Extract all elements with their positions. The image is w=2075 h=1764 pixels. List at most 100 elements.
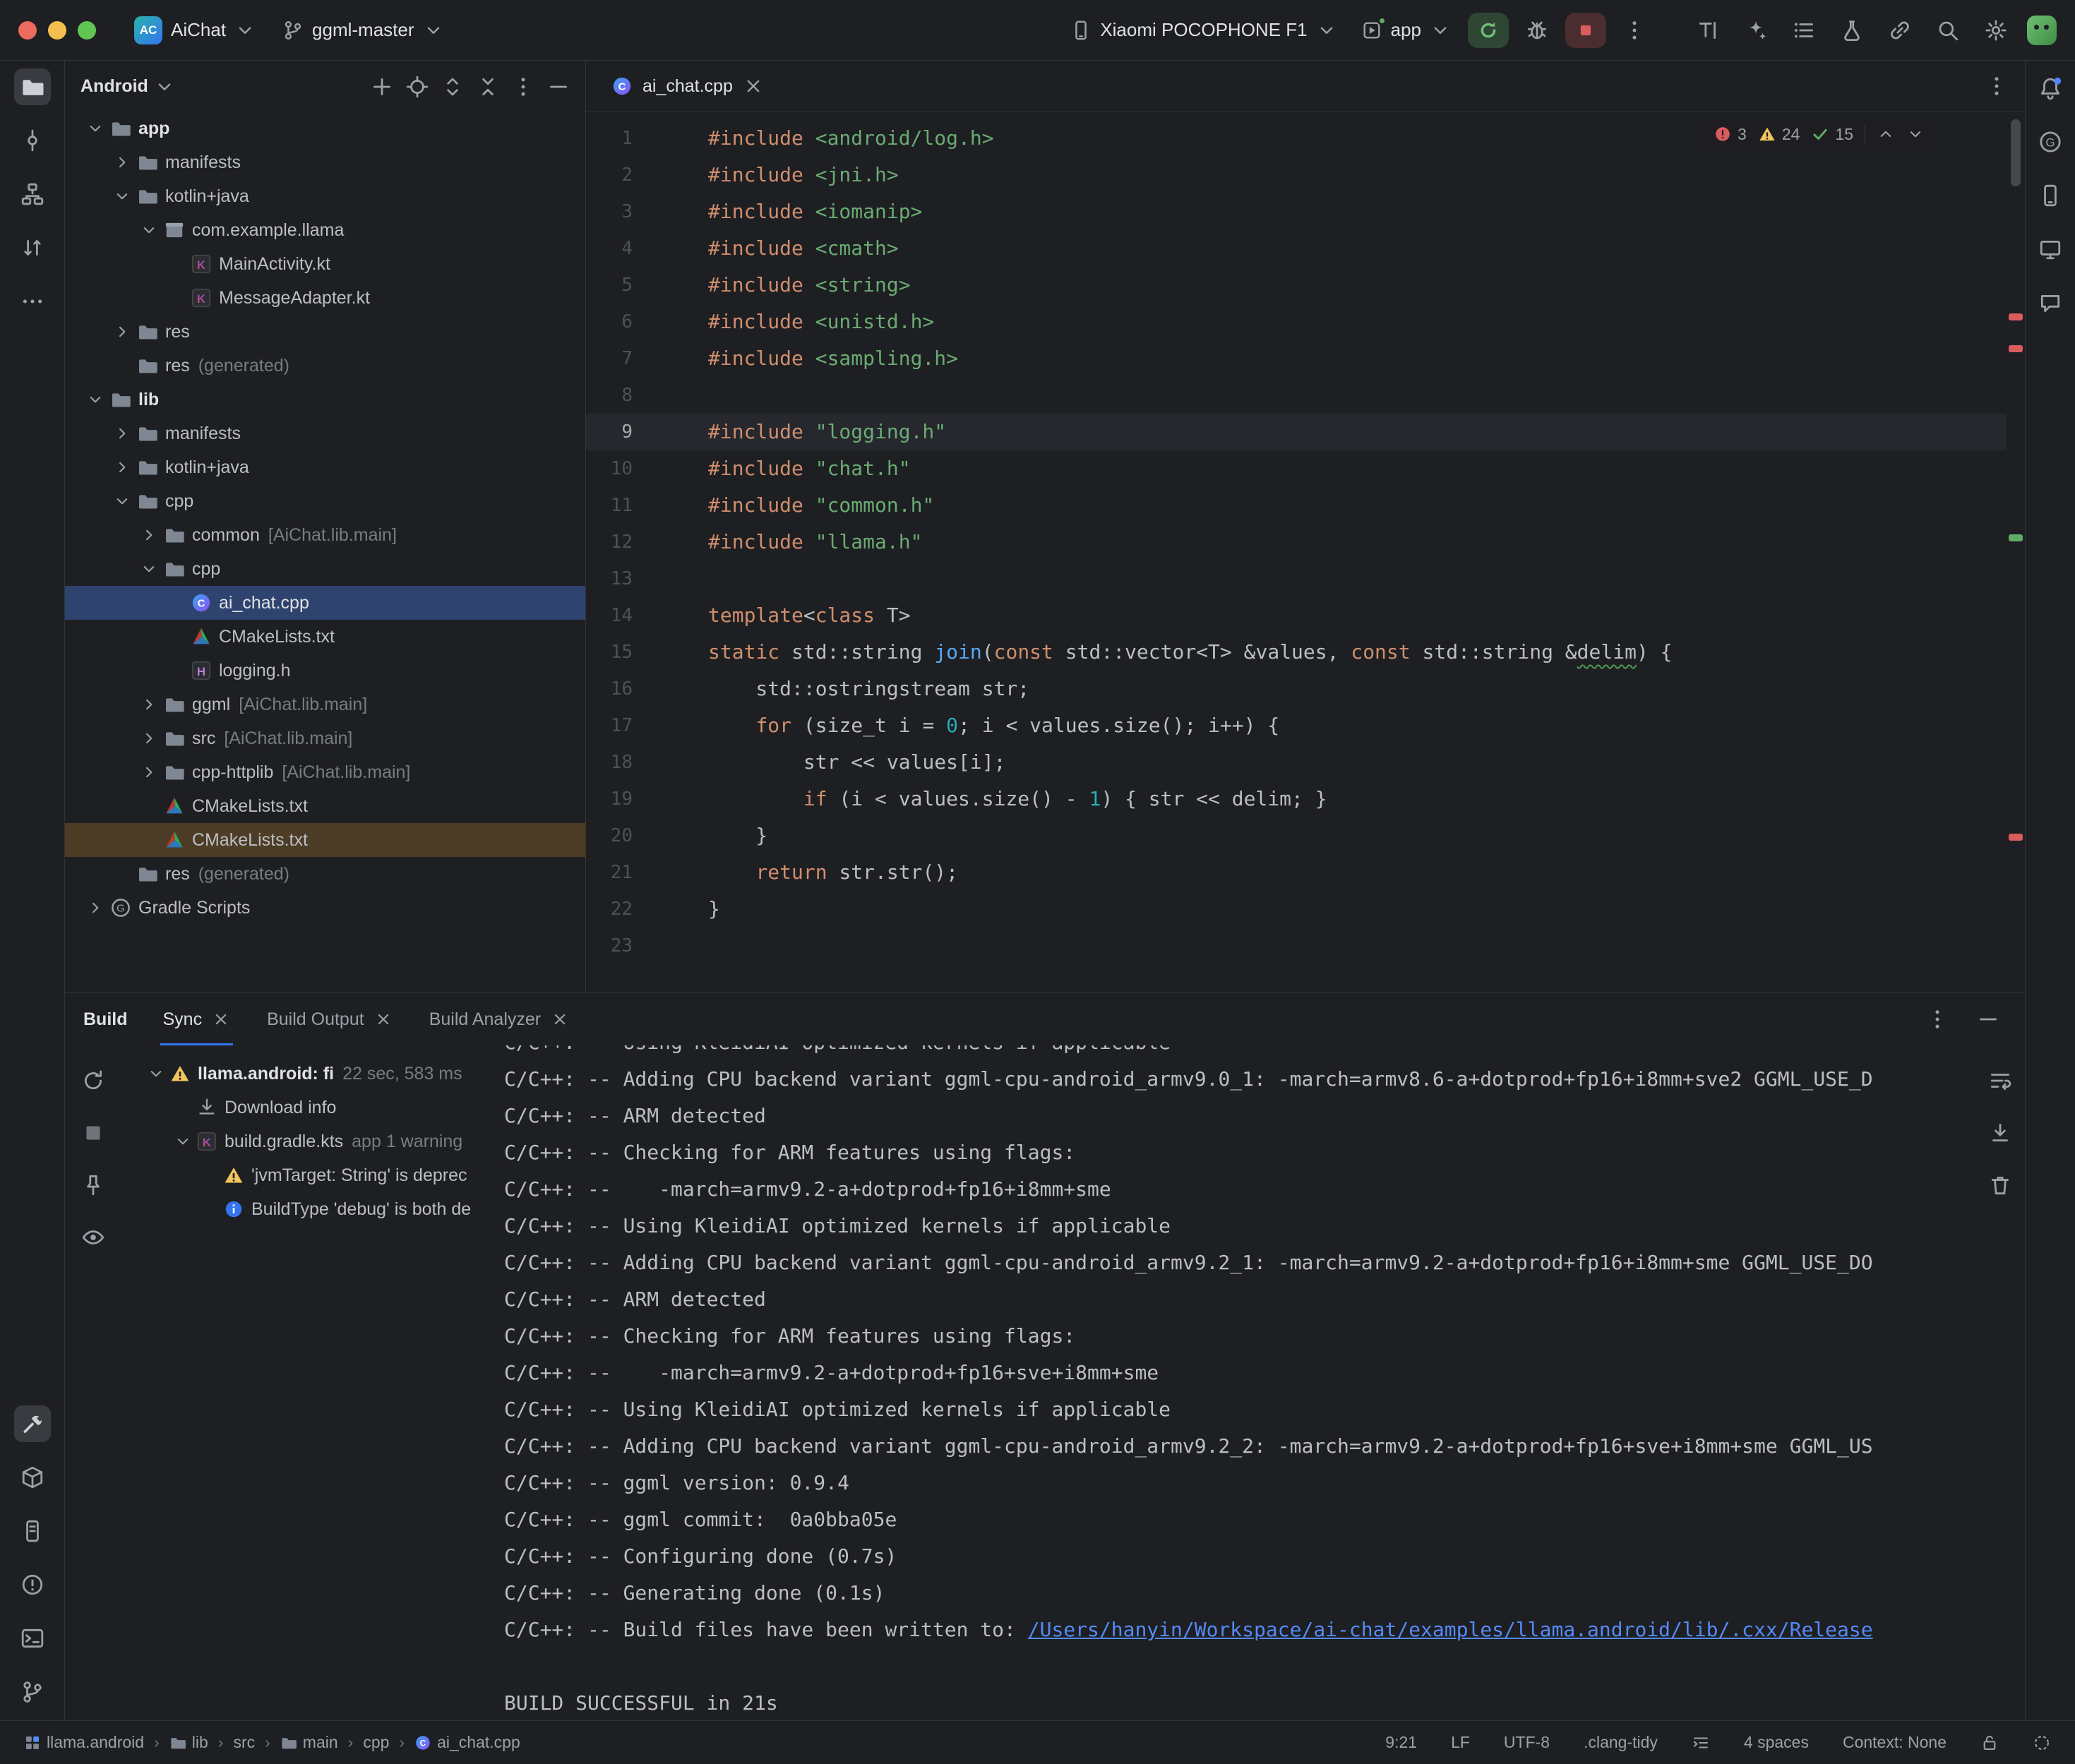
- project-folder-button[interactable]: [14, 68, 51, 105]
- rerun-button[interactable]: [1468, 13, 1509, 48]
- encoding-widget[interactable]: UTF-8: [1504, 1733, 1550, 1752]
- error-stripe-mark[interactable]: [2009, 313, 2023, 320]
- chevron-right-icon[interactable]: [138, 526, 160, 544]
- tree-item-kotlin-java[interactable]: kotlin+java: [65, 450, 585, 484]
- line-number[interactable]: 3: [586, 193, 633, 230]
- commit-button[interactable]: [14, 122, 51, 159]
- code-style-widget[interactable]: .clang-tidy: [1584, 1733, 1658, 1752]
- editor-scrollbar[interactable]: [2007, 112, 2025, 992]
- clear-button[interactable]: [1982, 1167, 2019, 1204]
- line-number[interactable]: 11: [586, 487, 633, 524]
- passed-count[interactable]: 15: [1811, 125, 1853, 144]
- error-stripe-mark[interactable]: [2009, 534, 2023, 541]
- line-number[interactable]: 4: [586, 230, 633, 267]
- device-selector[interactable]: Xiaomi POCOPHONE F1: [1063, 13, 1344, 47]
- caret-position-widget[interactable]: 9:21: [1385, 1733, 1417, 1752]
- chevron-right-icon[interactable]: [112, 458, 133, 476]
- dependencies-button[interactable]: [14, 1459, 51, 1496]
- minimize-window-button[interactable]: [48, 21, 66, 40]
- add-button[interactable]: [365, 70, 399, 104]
- line-number[interactable]: 12: [586, 524, 633, 560]
- tree-item-logging-h[interactable]: Hlogging.h: [65, 654, 585, 688]
- highlighting-level-icon[interactable]: [2033, 1734, 2051, 1752]
- tree-item-gradle-scripts[interactable]: GGradle Scripts: [65, 891, 585, 925]
- close-icon[interactable]: [743, 76, 764, 97]
- tree-item-llama-android-fi[interactable]: llama.android: fi22 sec, 583 ms: [121, 1057, 494, 1091]
- tree-item-buildtype-debug-is-both-de[interactable]: BuildType 'debug' is both de: [121, 1192, 494, 1226]
- line-number[interactable]: 23: [586, 928, 633, 964]
- scroll-to-end-button[interactable]: [1982, 1115, 2019, 1151]
- more-actions-button[interactable]: [1616, 12, 1653, 49]
- tab-build-analyzer[interactable]: Build Analyzer: [426, 993, 572, 1045]
- chevron-right-icon[interactable]: [138, 695, 160, 714]
- editor-body[interactable]: 1#include <android/log.h>2#include <jni.…: [586, 112, 2025, 992]
- chevron-down-icon[interactable]: [145, 1064, 167, 1083]
- tree-item-lib[interactable]: lib: [65, 383, 585, 416]
- tree-item-messageadapter-kt[interactable]: KMessageAdapter.kt: [65, 281, 585, 315]
- warnings-count[interactable]: 24: [1758, 125, 1800, 144]
- context-widget[interactable]: Context: None: [1843, 1733, 1947, 1752]
- chevron-down-icon[interactable]: [85, 390, 106, 409]
- chevron-right-icon[interactable]: [112, 424, 133, 443]
- settings-button[interactable]: [1978, 12, 2014, 49]
- device-manager-button[interactable]: [2032, 177, 2069, 214]
- editor-tab-ai-chat-cpp[interactable]: C ai_chat.cpp: [597, 61, 778, 111]
- chevron-down-icon[interactable]: [85, 119, 106, 138]
- chevron-down-icon[interactable]: [138, 221, 160, 239]
- experiments-button[interactable]: [1834, 12, 1870, 49]
- breadcrumb-cpp[interactable]: cpp: [363, 1733, 389, 1752]
- search-everywhere-button[interactable]: [1930, 12, 1966, 49]
- app-quality-insights-button[interactable]: [2032, 284, 2069, 321]
- tab-sync[interactable]: Sync: [160, 993, 234, 1045]
- chevron-down-icon[interactable]: [112, 187, 133, 205]
- zoom-window-button[interactable]: [78, 21, 96, 40]
- line-number[interactable]: 13: [586, 560, 633, 597]
- options-button[interactable]: [1919, 1001, 1956, 1038]
- project-view-selector[interactable]: Android: [80, 76, 148, 97]
- pull-requests-button[interactable]: [14, 229, 51, 266]
- stop-button[interactable]: [75, 1115, 112, 1151]
- soft-wrap-button[interactable]: [1982, 1062, 2019, 1099]
- link-button[interactable]: [1882, 12, 1918, 49]
- tree-item-res[interactable]: res: [65, 315, 585, 349]
- vcs-branch-widget[interactable]: ggml-master: [275, 13, 450, 47]
- breadcrumb-src[interactable]: src: [233, 1733, 255, 1752]
- scrollbar-thumb[interactable]: [2011, 119, 2021, 186]
- line-number[interactable]: 19: [586, 781, 633, 817]
- notifications-button[interactable]: [2032, 70, 2069, 107]
- line-number[interactable]: 8: [586, 377, 633, 414]
- tree-item-kotlin-java[interactable]: kotlin+java: [65, 179, 585, 213]
- build-console[interactable]: C/C++: -- Using KleidiAI optimized kerne…: [494, 1045, 1975, 1720]
- chevron-right-icon[interactable]: [112, 323, 133, 341]
- build-output-link[interactable]: /Users/hanyin/Workspace/ai-chat/examples…: [1028, 1618, 1873, 1641]
- device-file-explorer-button[interactable]: [14, 1513, 51, 1549]
- locate-button[interactable]: [400, 70, 434, 104]
- tree-item-mainactivity-kt[interactable]: KMainActivity.kt: [65, 247, 585, 281]
- ai-writing-button[interactable]: [1690, 12, 1726, 49]
- options-button[interactable]: [506, 70, 540, 104]
- chevron-down-icon[interactable]: [138, 560, 160, 578]
- tree-item-res[interactable]: res(generated): [65, 349, 585, 383]
- tree-item-cpp[interactable]: cpp: [65, 484, 585, 518]
- error-stripe-mark[interactable]: [2009, 834, 2023, 841]
- tree-item-download-info[interactable]: Download info: [121, 1091, 494, 1124]
- rerun-button[interactable]: [75, 1062, 112, 1099]
- tree-item-app[interactable]: app: [65, 112, 585, 145]
- tree-item-ai-chat-cpp[interactable]: Cai_chat.cpp: [65, 586, 585, 620]
- line-number[interactable]: 16: [586, 671, 633, 707]
- user-avatar[interactable]: [2027, 16, 2057, 45]
- previous-problem-icon[interactable]: [1877, 125, 1895, 143]
- breadcrumb-lib[interactable]: lib: [169, 1733, 208, 1752]
- breadcrumb-main[interactable]: main: [280, 1733, 338, 1752]
- chevron-right-icon[interactable]: [112, 153, 133, 172]
- tree-item-com-example-llama[interactable]: com.example.llama: [65, 213, 585, 247]
- chevron-down-icon[interactable]: [112, 492, 133, 510]
- error-stripe-mark[interactable]: [2009, 345, 2023, 352]
- tab-build-output[interactable]: Build Output: [264, 993, 395, 1045]
- breadcrumb-ai-chat-cpp[interactable]: Cai_chat.cpp: [414, 1733, 520, 1752]
- indent-widget[interactable]: 4 spaces: [1744, 1733, 1809, 1752]
- line-number[interactable]: 20: [586, 817, 633, 854]
- tree-item-build-gradle-kts[interactable]: Kbuild.gradle.ktsapp 1 warning: [121, 1124, 494, 1158]
- line-number[interactable]: 5: [586, 267, 633, 304]
- hide-button[interactable]: [542, 70, 575, 104]
